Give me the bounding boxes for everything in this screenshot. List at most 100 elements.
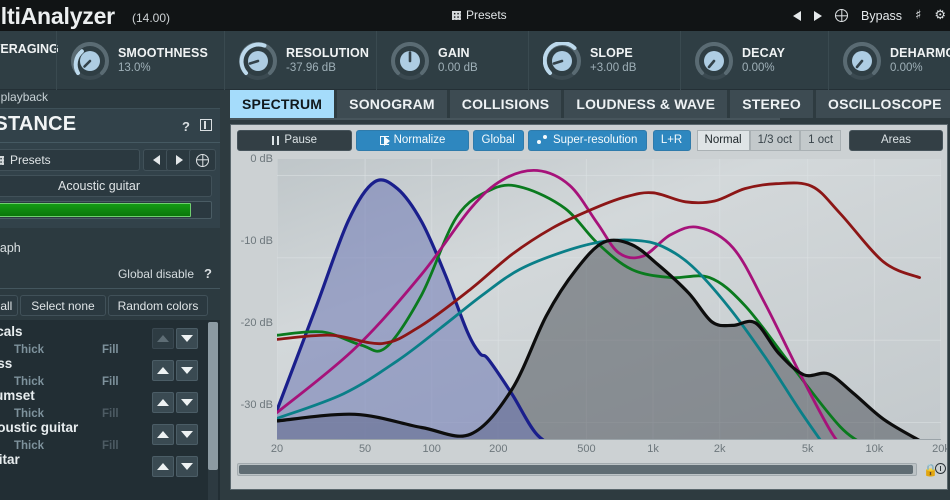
move-up-button[interactable]	[152, 360, 174, 381]
track-thick-toggle[interactable]: Thick	[14, 376, 44, 388]
knob-decay[interactable]: DECAY 0.00%	[680, 31, 828, 90]
grid-icon	[452, 10, 461, 20]
arrow-down-icon	[181, 463, 193, 470]
select-none-button[interactable]: Select none	[20, 295, 106, 316]
pause-button[interactable]: Pause	[237, 129, 353, 151]
smoothness-knob-dial[interactable]	[71, 41, 109, 80]
arrow-up-icon	[157, 335, 169, 342]
gain-knob-dial[interactable]	[391, 41, 429, 80]
move-up-button[interactable]	[152, 456, 174, 477]
slope-knob-dial[interactable]	[543, 41, 581, 80]
x-tick-label: 1k	[647, 443, 659, 455]
arrow-down-icon	[181, 431, 193, 438]
move-up-button[interactable]	[152, 424, 174, 445]
mode-normal-button[interactable]: Normal	[696, 129, 750, 151]
global-disable-help-icon[interactable]: ?	[204, 266, 212, 281]
tab-sonogram[interactable]: SONOGRAM	[337, 90, 447, 118]
track-name[interactable]: Vocals	[0, 324, 23, 339]
global-button[interactable]: Global	[472, 129, 524, 151]
track-name[interactable]: Drumset	[0, 388, 35, 403]
channel-mode-button[interactable]: L+R	[652, 129, 691, 151]
knob-label-deharmonize: DEHARMONIZE	[890, 45, 950, 60]
x-tick-label: 500	[577, 443, 596, 455]
arrow-up-icon	[157, 399, 169, 406]
instance-name-field[interactable]: Acoustic guitar	[0, 175, 212, 197]
track-fill-toggle[interactable]: Fill	[102, 344, 119, 356]
knob-smoothness[interactable]: SMOOTHNESS 13.0%	[56, 31, 224, 90]
sliders-icon[interactable]: ♯	[915, 9, 921, 22]
pause-icon	[272, 135, 280, 145]
sidebar-presets-label: Presets	[10, 153, 51, 167]
move-up-button[interactable]	[152, 328, 174, 349]
track-thick-toggle[interactable]: Thick	[14, 440, 44, 452]
next-icon	[176, 155, 183, 165]
mode-third-oct-button[interactable]: 1/3 oct	[749, 129, 801, 151]
level-meter[interactable]	[0, 201, 212, 219]
header-presets-button[interactable]: Presets	[452, 8, 507, 22]
move-down-button[interactable]	[176, 392, 198, 413]
x-tick-label: 100	[422, 443, 441, 455]
divider	[0, 142, 220, 143]
knob-strip: AVERAGING ms SMOOTHNESS 13.0%	[0, 31, 950, 90]
knob-label-gain: GAIN	[438, 45, 470, 60]
x-tick-label: 2k	[713, 443, 726, 455]
track-fill-toggle[interactable]: Fill	[102, 376, 119, 388]
x-tick-label: 200	[489, 443, 508, 455]
panel-layout-icon[interactable]	[200, 119, 212, 131]
knob-deharmonize[interactable]: DEHARMONIZE 0.00%	[828, 31, 950, 90]
settings-icon[interactable]: ⚙	[934, 9, 946, 22]
list-scrollbar-thumb[interactable]	[208, 322, 218, 470]
track-fill-toggle[interactable]: Fill	[102, 440, 119, 452]
instance-help-icon[interactable]: ?	[182, 119, 190, 134]
instance-section: INSTANCE ? Presets Acoustic guitar e Gra…	[0, 108, 220, 255]
global-disable-button[interactable]: Global disable	[118, 267, 194, 281]
move-down-button[interactable]	[176, 328, 198, 349]
y-tick-label: -20 dB	[240, 317, 273, 329]
pause-label: Pause	[284, 134, 318, 146]
sidebar-globe-button[interactable]	[189, 149, 216, 171]
tab-loudness-wave[interactable]: LOUDNESS & WAVE	[564, 90, 728, 118]
zoom-icon[interactable]	[935, 463, 946, 474]
knob-resolution[interactable]: RESOLUTION -37.96 dB	[224, 31, 376, 90]
track-thick-toggle[interactable]: Thick	[14, 344, 44, 356]
knob-gain[interactable]: GAIN 0.00 dB	[376, 31, 528, 90]
spectrum-plot[interactable]	[275, 159, 942, 457]
next-preset-icon[interactable]	[814, 10, 823, 21]
super-resolution-button[interactable]: Super-resolution	[527, 129, 647, 151]
tab-stereo[interactable]: STEREO	[730, 90, 813, 118]
track-list: Vocals Thick Fill Bass Thick Fill Drumse…	[0, 320, 220, 500]
horizontal-scrollbar[interactable]	[237, 463, 917, 476]
left-panel: via playback INSTANCE ? Presets Acoustic…	[0, 90, 220, 500]
mode-one-oct-button[interactable]: 1 oct	[800, 129, 842, 151]
decay-knob-dial[interactable]	[695, 41, 733, 80]
track-name[interactable]: Bass	[0, 356, 12, 371]
previous-preset-icon[interactable]	[793, 10, 802, 21]
tab-collisions[interactable]: COLLISIONS	[449, 90, 562, 118]
bypass-button[interactable]: Bypass	[861, 9, 902, 23]
random-colors-button[interactable]: Random colors	[108, 295, 208, 316]
sidebar-presets-button[interactable]: Presets	[0, 149, 140, 171]
track-fill-toggle[interactable]: Fill	[102, 408, 119, 420]
grid-icon	[0, 155, 4, 165]
move-down-button[interactable]	[176, 456, 198, 477]
areas-button[interactable]: Areas	[849, 129, 943, 151]
move-down-button[interactable]	[176, 360, 198, 381]
horizontal-scrollbar-thumb[interactable]	[239, 465, 913, 474]
knob-slope[interactable]: SLOPE +3.00 dB	[528, 31, 680, 90]
globe-icon[interactable]	[835, 9, 849, 22]
move-down-button[interactable]	[176, 424, 198, 445]
track-name[interactable]: Acoustic guitar	[0, 420, 78, 435]
normalize-button[interactable]: Normalize	[356, 129, 469, 151]
previous-icon	[153, 155, 160, 165]
move-up-button[interactable]	[152, 392, 174, 413]
spectrum-curves	[275, 159, 942, 457]
arrow-up-icon	[157, 431, 169, 438]
select-all-button[interactable]: Select all	[0, 295, 18, 316]
resolution-knob-dial[interactable]	[239, 41, 277, 80]
track-thick-toggle[interactable]: Thick	[14, 408, 44, 420]
track-name[interactable]: Guitar	[0, 452, 20, 467]
tab-spectrum[interactable]: SPECTRUM	[230, 90, 335, 118]
deharmonize-knob-dial[interactable]	[843, 41, 881, 80]
tab-oscilloscope[interactable]: OSCILLOSCOPE	[815, 90, 950, 118]
list-scrollbar-track[interactable]	[208, 322, 218, 500]
